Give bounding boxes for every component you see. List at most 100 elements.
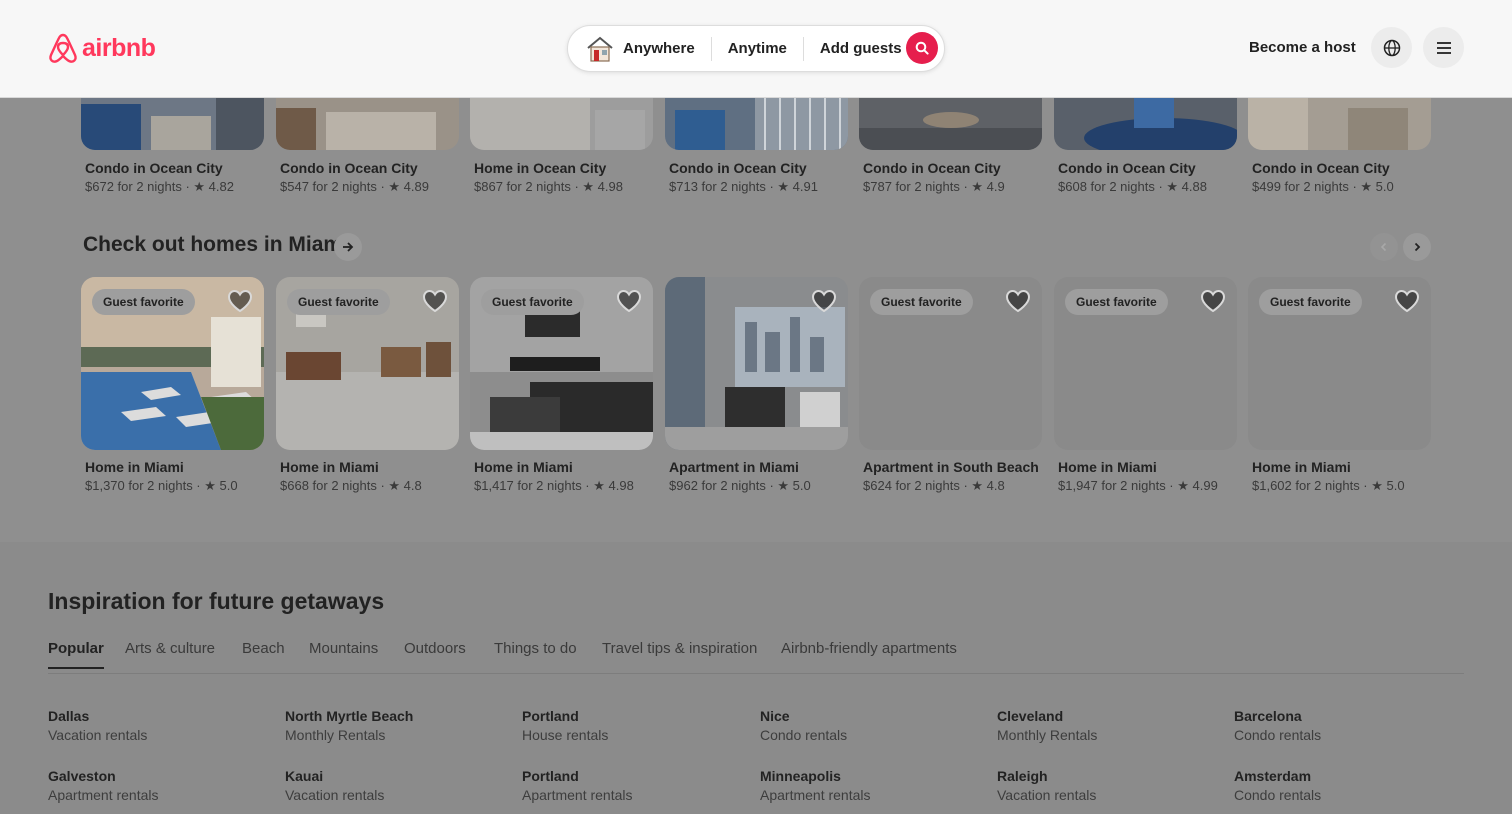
- listing-title: Condo in Ocean City: [863, 160, 1001, 176]
- tab-things-to-do[interactable]: Things to do: [494, 640, 577, 657]
- listing-photo[interactable]: [1054, 98, 1237, 150]
- destination-link[interactable]: Nice Condo rentals: [760, 708, 980, 743]
- destination-type: Apartment rentals: [760, 787, 871, 803]
- destination-link[interactable]: Cleveland Monthly Rentals: [997, 708, 1217, 743]
- listing-photo[interactable]: Guest favorite: [470, 277, 653, 450]
- listing-card[interactable]: Condo in Ocean City $672 for 2 nights · …: [81, 98, 264, 195]
- destination-type: Vacation rentals: [48, 727, 148, 743]
- inspiration-title: Inspiration for future getaways: [48, 588, 385, 614]
- listing-photo[interactable]: Guest favorite: [81, 277, 264, 450]
- destination-link[interactable]: Portland Apartment rentals: [522, 768, 742, 803]
- destination-link[interactable]: Galveston Apartment rentals: [48, 768, 268, 803]
- listing-title: Apartment in South Beach: [863, 459, 1039, 475]
- listing-photo[interactable]: [81, 98, 264, 150]
- tab-travel-tips[interactable]: Travel tips & inspiration: [602, 640, 757, 657]
- guest-favorite-badge: Guest favorite: [1259, 289, 1362, 315]
- carousel-prev-button[interactable]: [1370, 233, 1398, 261]
- menu-button[interactable]: [1423, 27, 1464, 68]
- destination-name: Dallas: [48, 708, 90, 724]
- listing-card[interactable]: Guest favorite Home in Miami $1,947 for …: [1054, 277, 1237, 494]
- listing-card[interactable]: Guest favorite Home in Miami $1,417 for …: [470, 277, 653, 494]
- heart-icon[interactable]: [616, 289, 642, 313]
- listing-card[interactable]: Guest favorite Home in Miami $1,370 for …: [81, 277, 264, 494]
- destination-link[interactable]: North Myrtle Beach Monthly Rentals: [285, 708, 505, 743]
- tab-beach[interactable]: Beach: [242, 640, 285, 657]
- tab-airbnb-friendly-apartments[interactable]: Airbnb-friendly apartments: [781, 640, 957, 657]
- search-divider: [710, 36, 712, 61]
- destination-link[interactable]: Dallas Vacation rentals: [48, 708, 268, 743]
- airbnb-logo[interactable]: airbnb: [48, 32, 156, 64]
- listing-card[interactable]: Guest favorite Apartment in South Beach …: [859, 277, 1042, 494]
- tab-popular[interactable]: Popular: [48, 640, 104, 669]
- listing-card[interactable]: Guest favorite Home in Miami $668 for 2 …: [276, 277, 459, 494]
- guest-favorite-badge: Guest favorite: [870, 289, 973, 315]
- listing-card[interactable]: Home in Ocean City $867 for 2 nights · ★…: [470, 98, 653, 195]
- carousel-next-button[interactable]: [1403, 233, 1431, 261]
- destination-name: Portland: [522, 708, 579, 724]
- language-button[interactable]: [1371, 27, 1412, 68]
- listing-price-rating: $547 for 2 nights · ★ 4.89: [280, 179, 429, 194]
- listing-card[interactable]: Condo in Ocean City $608 for 2 nights · …: [1054, 98, 1237, 195]
- listing-card[interactable]: Condo in Ocean City $713 for 2 nights · …: [665, 98, 848, 195]
- destination-link[interactable]: Amsterdam Condo rentals: [1234, 768, 1454, 803]
- listing-price-rating: $1,947 for 2 nights · ★ 4.99: [1058, 478, 1218, 493]
- chevron-right-icon: [1414, 242, 1421, 252]
- listing-card[interactable]: Condo in Ocean City $787 for 2 nights · …: [859, 98, 1042, 195]
- heart-icon[interactable]: [227, 289, 253, 313]
- destination-link[interactable]: Portland House rentals: [522, 708, 742, 743]
- destination-name: Kauai: [285, 768, 324, 784]
- listing-price-rating: $787 for 2 nights · ★ 4.9: [863, 179, 1005, 194]
- listing-photo[interactable]: [1248, 98, 1431, 150]
- inspiration-tabs: Popular Arts & culture Beach Mountains O…: [48, 640, 1464, 674]
- top-header: airbnb Anywhere Anytime Add guests Becom…: [0, 0, 1512, 98]
- destination-link[interactable]: Barcelona Condo rentals: [1234, 708, 1454, 743]
- section-title[interactable]: Check out homes in Miami: [83, 233, 348, 257]
- destination-link[interactable]: Raleigh Vacation rentals: [997, 768, 1217, 803]
- destination-type: Condo rentals: [1234, 727, 1322, 743]
- destination-link[interactable]: Kauai Vacation rentals: [285, 768, 505, 803]
- tab-outdoors[interactable]: Outdoors: [404, 640, 466, 657]
- search-guests[interactable]: Add guests: [820, 40, 902, 57]
- heart-icon[interactable]: [811, 289, 837, 313]
- listing-photo[interactable]: Guest favorite: [859, 277, 1042, 450]
- destination-name: Minneapolis: [760, 768, 841, 784]
- section-arrow-button[interactable]: [334, 233, 362, 261]
- guest-favorite-badge: Guest favorite: [481, 289, 584, 315]
- listing-price-rating: $608 for 2 nights · ★ 4.88: [1058, 179, 1207, 194]
- listing-photo[interactable]: Guest favorite: [1054, 277, 1237, 450]
- guest-favorite-badge: Guest favorite: [92, 289, 195, 315]
- search-when[interactable]: Anytime: [728, 40, 787, 57]
- become-host-link[interactable]: Become a host: [1249, 39, 1356, 56]
- listing-price-rating: $962 for 2 nights · ★ 5.0: [669, 478, 811, 493]
- listing-photo[interactable]: [470, 98, 653, 150]
- search-bar[interactable]: Anywhere Anytime Add guests: [567, 25, 945, 72]
- listing-photo[interactable]: [276, 98, 459, 150]
- listing-card[interactable]: Condo in Ocean City $547 for 2 nights · …: [276, 98, 459, 195]
- listing-title: Home in Ocean City: [474, 160, 607, 176]
- search-button[interactable]: [906, 32, 938, 64]
- heart-icon[interactable]: [422, 289, 448, 313]
- listing-card[interactable]: Guest favorite Home in Miami $1,602 for …: [1248, 277, 1431, 494]
- inspiration-section: Inspiration for future getaways Popular …: [0, 542, 1512, 814]
- listing-title: Condo in Ocean City: [1058, 160, 1196, 176]
- listing-photo[interactable]: [665, 98, 848, 150]
- listing-card[interactable]: Apartment in Miami $962 for 2 nights · ★…: [665, 277, 848, 494]
- heart-icon[interactable]: [1394, 289, 1420, 313]
- destination-name: Galveston: [48, 768, 116, 784]
- tab-mountains[interactable]: Mountains: [309, 640, 378, 657]
- logo-text: airbnb: [82, 33, 156, 62]
- search-where[interactable]: Anywhere: [623, 40, 695, 57]
- listing-photo[interactable]: [859, 98, 1042, 150]
- airbnb-logo-icon: [49, 33, 77, 63]
- listing-photo[interactable]: [665, 277, 848, 450]
- listing-card[interactable]: Condo in Ocean City $499 for 2 nights · …: [1248, 98, 1431, 195]
- listing-title: Home in Miami: [474, 459, 573, 475]
- heart-icon[interactable]: [1005, 289, 1031, 313]
- listing-photo[interactable]: Guest favorite: [276, 277, 459, 450]
- tab-arts-culture[interactable]: Arts & culture: [125, 640, 215, 657]
- destination-link[interactable]: Minneapolis Apartment rentals: [760, 768, 980, 803]
- listing-title: Condo in Ocean City: [669, 160, 807, 176]
- destination-type: Condo rentals: [1234, 787, 1322, 803]
- listing-photo[interactable]: Guest favorite: [1248, 277, 1431, 450]
- heart-icon[interactable]: [1200, 289, 1226, 313]
